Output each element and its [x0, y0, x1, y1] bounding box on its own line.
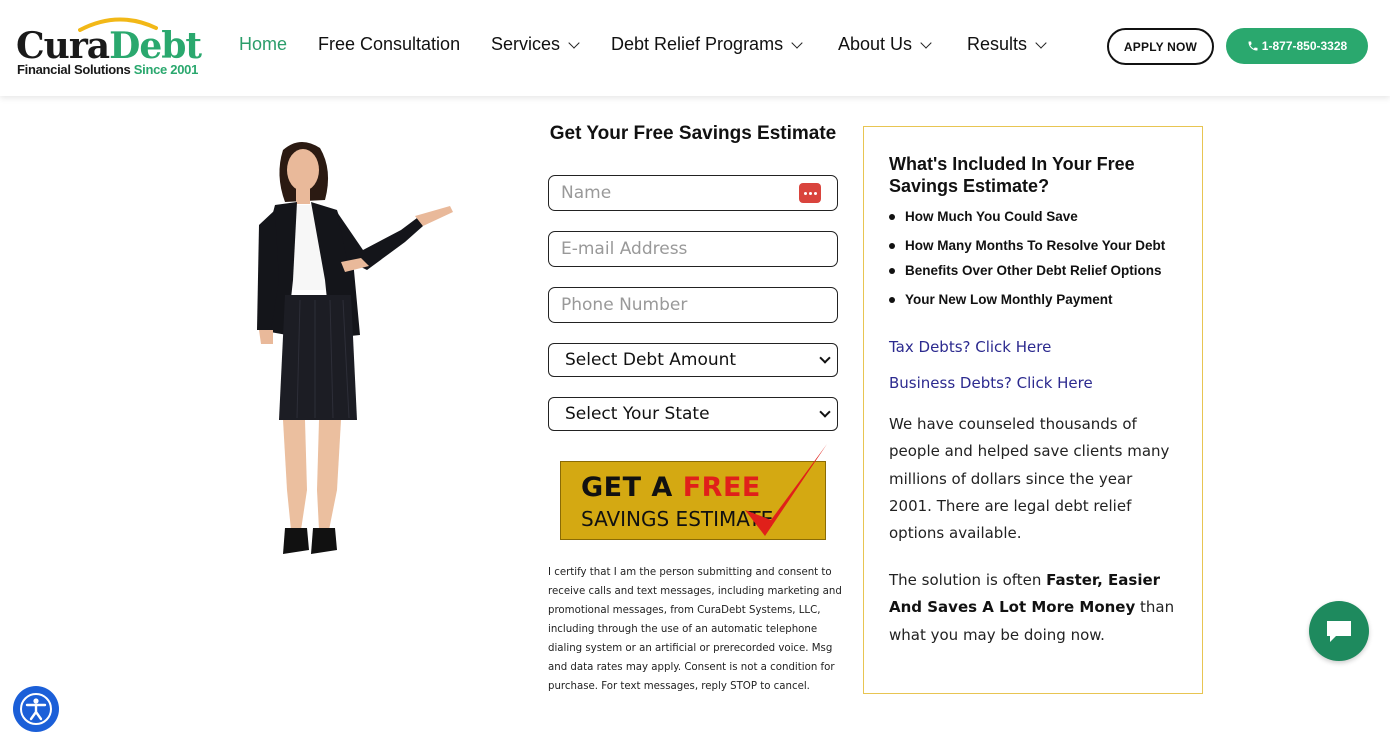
- checkmark-icon: [745, 444, 827, 536]
- bullet-icon: [889, 242, 895, 249]
- get-free-savings-estimate-button[interactable]: GET A FREE SAVINGS ESTIMATE: [560, 444, 827, 540]
- email-input[interactable]: E-mail Address: [548, 231, 838, 267]
- list-item: Benefits Over Other Debt Relief Options: [889, 263, 1162, 278]
- nav-home[interactable]: Home: [239, 34, 287, 55]
- tax-debts-link[interactable]: Tax Debts? Click Here: [889, 338, 1051, 356]
- counseled-paragraph: We have counseled thousands of people an…: [889, 415, 1170, 543]
- site-header: CuraDebt Financial Solutions Since 2001 …: [0, 0, 1390, 96]
- logo-wordmark: CuraDebt: [16, 25, 202, 67]
- chevron-down-icon: [920, 36, 932, 49]
- list-item: Your New Low Monthly Payment: [889, 292, 1113, 307]
- chevron-down-icon: [791, 36, 803, 49]
- estimate-info-box: What's Included In Your Free Savings Est…: [863, 126, 1203, 694]
- nav-services[interactable]: Services: [491, 34, 580, 55]
- accessibility-icon: [20, 693, 52, 725]
- bullet-icon: [889, 267, 895, 274]
- chat-bubble-icon: [1327, 621, 1351, 642]
- nav-about-us[interactable]: About Us: [838, 34, 932, 55]
- chevron-down-icon: [819, 406, 831, 418]
- businesswoman-image: [257, 141, 453, 554]
- chat-button[interactable]: [1309, 601, 1369, 661]
- form-title: Get Your Free Savings Estimate: [549, 123, 837, 144]
- bullet-icon: [889, 213, 895, 220]
- debt-amount-select[interactable]: Select Debt Amount: [548, 343, 838, 377]
- bullet-icon: [889, 296, 895, 303]
- accessibility-button[interactable]: [13, 686, 59, 732]
- list-item: How Many Months To Resolve Your Debt: [889, 238, 1165, 253]
- consent-disclaimer: I certify that I am the person submittin…: [548, 567, 842, 692]
- solution-paragraph: The solution is often Faster, Easier And…: [889, 571, 1175, 644]
- info-title: What's Included In Your Free Savings Est…: [889, 154, 1135, 196]
- apply-now-button[interactable]: APPLY NOW: [1107, 28, 1214, 65]
- phone-input[interactable]: Phone Number: [548, 287, 838, 323]
- business-debts-link[interactable]: Business Debts? Click Here: [889, 374, 1093, 392]
- cta-headline: GET A FREE: [581, 472, 761, 503]
- name-input[interactable]: Name: [548, 175, 838, 211]
- list-item: How Much You Could Save: [889, 209, 1078, 224]
- chevron-down-icon: [1035, 36, 1047, 49]
- chevron-down-icon: [568, 36, 580, 49]
- nav-results[interactable]: Results: [967, 34, 1047, 55]
- nav-free-consultation[interactable]: Free Consultation: [318, 34, 460, 55]
- chevron-down-icon: [819, 352, 831, 364]
- phone-icon: [1248, 41, 1258, 51]
- phone-call-button[interactable]: 1-877-850-3328: [1226, 28, 1368, 64]
- state-select[interactable]: Select Your State: [548, 397, 838, 431]
- logo-tagline: Financial Solutions Since 2001: [17, 62, 199, 77]
- curadebt-logo[interactable]: CuraDebt Financial Solutions Since 2001: [14, 16, 202, 78]
- nav-debt-relief-programs[interactable]: Debt Relief Programs: [611, 34, 803, 55]
- password-manager-icon[interactable]: [799, 183, 821, 203]
